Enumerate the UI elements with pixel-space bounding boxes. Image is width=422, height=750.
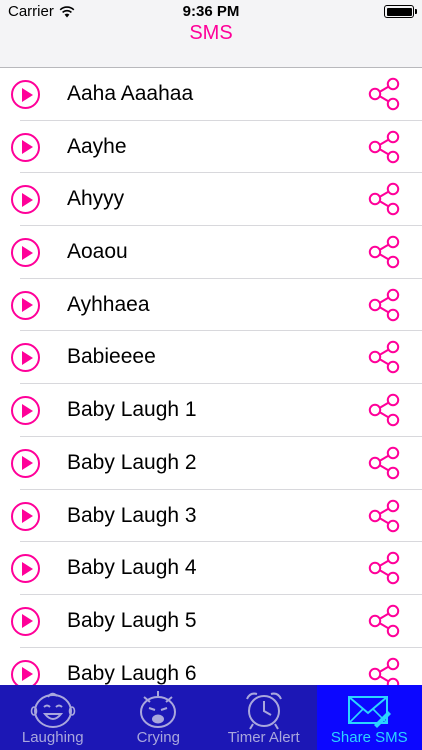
list-item[interactable]: Baby Laugh 1	[0, 384, 422, 437]
play-icon[interactable]	[11, 343, 40, 373]
list-item-label: Aayhe	[67, 134, 127, 158]
play-icon[interactable]	[11, 185, 40, 215]
list-item-label: Baby Laugh 3	[67, 503, 197, 527]
play-icon[interactable]	[11, 396, 40, 426]
share-icon[interactable]	[366, 656, 402, 685]
list-item[interactable]: Ayhhaea	[0, 279, 422, 332]
play-icon[interactable]	[11, 554, 40, 584]
list-item-label: Aoaou	[67, 240, 128, 264]
crying-baby-icon	[140, 691, 177, 728]
tab-label: Share SMS	[330, 729, 408, 746]
play-icon[interactable]	[11, 448, 40, 478]
tab-bar: Laughing Crying Timer Alert Share SMS	[0, 685, 422, 750]
share-icon[interactable]	[366, 445, 402, 481]
envelope-icon	[348, 696, 392, 728]
list-item[interactable]: Aayhe	[0, 121, 422, 174]
list-item[interactable]: Baby Laugh 3	[0, 490, 422, 543]
alarm-clock-icon	[245, 692, 282, 730]
tab-label: Crying	[136, 729, 180, 746]
list-item-label: Baby Laugh 6	[67, 661, 197, 685]
laughing-baby-icon	[30, 692, 76, 728]
list-item[interactable]: Ahyyy	[0, 173, 422, 226]
list-item[interactable]: Baby Laugh 5	[0, 595, 422, 648]
share-icon[interactable]	[366, 181, 402, 217]
share-icon[interactable]	[366, 76, 402, 112]
list-item[interactable]: Baby Laugh 4	[0, 542, 422, 595]
status-time: 9:36 PM	[182, 3, 240, 20]
share-icon[interactable]	[366, 392, 402, 428]
list-item-label: Aaha Aaahaa	[67, 82, 194, 105]
share-icon[interactable]	[366, 287, 402, 323]
share-icon[interactable]	[366, 550, 402, 586]
tab-share-sms[interactable]: Share SMS	[316, 685, 422, 750]
share-icon[interactable]	[366, 234, 402, 270]
play-icon[interactable]	[11, 606, 40, 636]
list-item-label: Babieeee	[67, 345, 156, 369]
list-item[interactable]: Baby Laugh 6	[0, 648, 422, 685]
play-icon[interactable]	[11, 80, 40, 109]
list-item[interactable]: Aoaou	[0, 226, 422, 279]
list-item-label: Ahyyy	[67, 187, 125, 211]
share-icon[interactable]	[366, 498, 402, 534]
list-item[interactable]: Baby Laugh 2	[0, 437, 422, 490]
share-icon[interactable]	[366, 603, 402, 639]
nav-bar: SMS	[0, 22, 422, 68]
list-item-label: Baby Laugh 2	[67, 450, 197, 474]
play-icon[interactable]	[11, 290, 40, 320]
list-item-label: Baby Laugh 4	[67, 556, 197, 580]
list-item[interactable]: Aaha Aaahaa	[0, 68, 422, 121]
status-bar: Carrier 9:36 PM	[0, 0, 422, 22]
list-item-label: Baby Laugh 1	[67, 398, 197, 422]
play-icon[interactable]	[11, 659, 40, 685]
battery-icon	[384, 5, 417, 18]
play-icon[interactable]	[11, 238, 40, 268]
tab-label: Timer Alert	[227, 729, 300, 746]
page-title: SMS	[189, 22, 233, 44]
tab-crying[interactable]: Crying	[106, 685, 212, 750]
tab-label: Laughing	[21, 729, 84, 746]
list-item-label: Baby Laugh 5	[67, 608, 197, 632]
play-icon[interactable]	[11, 132, 40, 162]
tab-timer-alert[interactable]: Timer Alert	[211, 685, 317, 750]
share-icon[interactable]	[366, 129, 402, 165]
list-item[interactable]: Babieeee	[0, 331, 422, 384]
share-icon[interactable]	[366, 339, 402, 375]
tab-laughing[interactable]: Laughing	[0, 685, 106, 750]
sound-list[interactable]: Aaha Aaahaa Aayhe Ahyyy Aoaou Ayhhaea Ba…	[0, 68, 422, 685]
play-icon[interactable]	[11, 501, 40, 531]
list-item-label: Ayhhaea	[67, 292, 150, 316]
